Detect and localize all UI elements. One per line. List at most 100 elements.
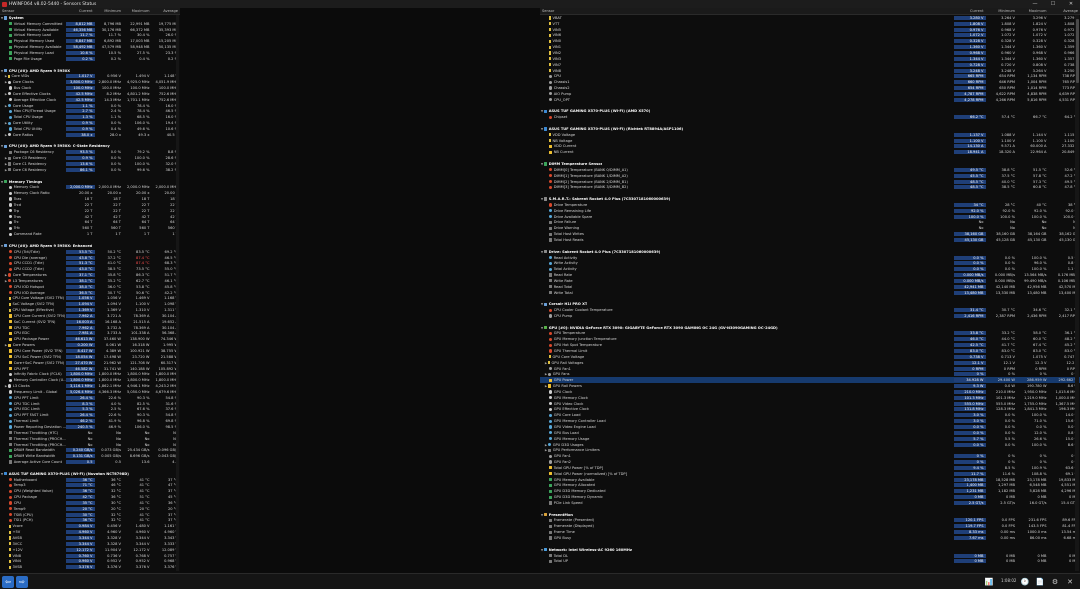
minimum-value: 0 % bbox=[1008, 454, 1015, 459]
col-minimum[interactable]: Minimum bbox=[95, 9, 124, 13]
current-value: 3.0 % bbox=[954, 413, 986, 418]
sensor-label: Frame Time bbox=[553, 530, 575, 535]
minimize-button[interactable]: — bbox=[1026, 0, 1044, 8]
clock-sensor-icon bbox=[9, 203, 13, 207]
minimum-value: 0.0 % bbox=[110, 156, 121, 161]
current-value: 38,160 GB bbox=[954, 232, 986, 237]
nav-next-button[interactable]: ⇨ bbox=[16, 576, 28, 588]
usage-sensor-icon bbox=[9, 407, 13, 412]
gear-icon[interactable]: ⚙ bbox=[1049, 576, 1061, 588]
current-value: 3.280 V bbox=[954, 15, 986, 20]
minimum-value: 8.5 % bbox=[1004, 465, 1015, 470]
current-value: 1,800.0 MHz bbox=[66, 378, 95, 383]
sensor-label: VIN4 bbox=[12, 559, 22, 564]
usage-sensor-icon bbox=[8, 121, 12, 125]
maximum-value: 60.0 °C bbox=[1033, 337, 1047, 342]
maximum-value: 0.768 V bbox=[135, 553, 150, 558]
minimum-value: 1.1 % bbox=[110, 115, 121, 120]
col-current[interactable]: Current bbox=[954, 9, 986, 13]
mem-icon bbox=[4, 179, 8, 184]
minimum-value: 20.00 x bbox=[107, 191, 121, 196]
current-value: 4,278 RPM bbox=[954, 97, 986, 102]
minimum-value: 560 T bbox=[110, 226, 121, 231]
col-maximum[interactable]: Maximum bbox=[123, 9, 152, 13]
volt-sensor-icon bbox=[549, 22, 551, 26]
minimum-value: 3.248 V bbox=[1001, 68, 1015, 73]
sensor-label: CPU SoC Power (SVI2 TFN) bbox=[13, 354, 62, 359]
maximum-value: 78.4 % bbox=[136, 109, 150, 114]
maximum-value: 71.0 % bbox=[1033, 419, 1047, 424]
other-sensor-icon bbox=[549, 559, 553, 563]
maximum-value: 58,948 MB bbox=[130, 45, 150, 50]
sensor-label: TSI1 (PCH) bbox=[13, 518, 33, 523]
col-current[interactable]: Current bbox=[66, 9, 95, 13]
other-sensor-icon bbox=[8, 162, 12, 166]
power-sensor-icon bbox=[549, 472, 553, 476]
close-icon[interactable]: ✕ bbox=[1064, 576, 1076, 588]
current-value: 2,000.0 MHz bbox=[66, 185, 95, 190]
clock-icon[interactable]: 🕐 bbox=[1019, 576, 1031, 588]
col-maximum[interactable]: Maximum bbox=[1017, 9, 1049, 13]
minimum-value: 5.5 % bbox=[1004, 436, 1015, 441]
current-value: 0 MB bbox=[954, 553, 986, 558]
sensor-label: GPU Temperature bbox=[553, 331, 586, 336]
sensor-label: Memory Clock bbox=[13, 185, 40, 190]
sensor-label: CPU Cooler Coolant Temperature bbox=[553, 308, 613, 313]
minimum-value: 0.000 MB/s bbox=[994, 273, 1015, 278]
sensor-label: VIN1 bbox=[552, 45, 562, 50]
current-value: 18 T bbox=[84, 197, 93, 202]
layout-icon[interactable]: 📊 bbox=[983, 576, 995, 588]
sensor-label: CPU PPT FAST Limit bbox=[13, 413, 49, 418]
other-sensor-icon bbox=[9, 442, 13, 447]
volt-sensor-icon bbox=[9, 565, 11, 569]
col-sensor[interactable]: Sensor bbox=[0, 9, 66, 13]
current-value: 0.328 V bbox=[954, 39, 986, 44]
current-value: 0.0 % bbox=[954, 261, 986, 266]
minimum-value: 0 % bbox=[1008, 372, 1015, 377]
volt-sensor-icon bbox=[9, 536, 11, 540]
current-value: 48.5 °C bbox=[954, 179, 986, 184]
minimum-value: 1,800.0 MHz bbox=[98, 372, 121, 377]
minimum-value: 0.456 V bbox=[107, 524, 121, 529]
left-scrollbar[interactable] bbox=[176, 15, 179, 571]
sensor-label: CPU TDC Limit bbox=[13, 401, 40, 406]
col-average[interactable]: Average bbox=[1049, 9, 1080, 13]
maximum-value: 41 °C bbox=[139, 518, 150, 523]
maximum-value: 5,050.0 MHz bbox=[126, 389, 150, 394]
mem-sensor-icon bbox=[9, 28, 13, 32]
maximum-value: 22 T bbox=[141, 202, 150, 207]
sensor-row[interactable]: Total UP 0 MB 0 MB 0 MB 0 MB bbox=[540, 558, 1080, 564]
group-label: System bbox=[8, 15, 24, 20]
nav-prev-button[interactable]: ⇦ bbox=[2, 576, 14, 588]
sensor-label: NB Current bbox=[553, 150, 574, 155]
col-minimum[interactable]: Minimum bbox=[986, 9, 1018, 13]
current-value: 3,800.0 MHz bbox=[66, 80, 95, 85]
sensor-label: Tras bbox=[13, 214, 21, 219]
minimum-value: 30.7 °C bbox=[1001, 308, 1015, 313]
col-sensor[interactable]: Sensor bbox=[540, 9, 954, 13]
minimum-value: 10.5 % bbox=[108, 50, 121, 55]
report-icon[interactable]: 📄 bbox=[1034, 576, 1046, 588]
minimum-value: 128.3 MHz bbox=[995, 407, 1015, 412]
maximize-button[interactable]: ☐ bbox=[1044, 0, 1062, 8]
group-label: ASUS TUF GAMING X570-PLUS (WI-FI) (Richt… bbox=[548, 126, 684, 131]
current-value: 3.248 V bbox=[954, 68, 986, 73]
sensor-row[interactable]: 3VSB 3.376 V 3.376 V 3.376 V 3.376 V bbox=[0, 564, 180, 570]
sensor-label: VIN0 bbox=[552, 39, 562, 44]
right-scrollbar[interactable] bbox=[1075, 15, 1079, 571]
fan-sensor-icon bbox=[549, 366, 553, 371]
scrollbar-thumb[interactable] bbox=[1075, 19, 1079, 83]
current-value: 0.0 % bbox=[954, 255, 986, 260]
sensor-label: Drive Warning bbox=[553, 226, 580, 231]
maximum-value: 67.4 °C bbox=[1033, 343, 1047, 348]
sensor-label: Drive Remaining Life bbox=[553, 208, 592, 213]
fan-sensor-icon bbox=[549, 98, 553, 102]
chip-icon bbox=[4, 16, 8, 20]
maximum-value: 138.900 W bbox=[129, 337, 150, 342]
minimum-value: 37.2 °C bbox=[107, 255, 121, 260]
sensor-label: Core C0 Residency bbox=[12, 156, 47, 161]
maximum-value: 8.696 GB/s bbox=[129, 454, 150, 459]
close-button[interactable]: ✕ bbox=[1062, 0, 1080, 8]
col-average[interactable]: Average bbox=[152, 9, 181, 13]
fan-sensor-icon bbox=[549, 460, 553, 464]
